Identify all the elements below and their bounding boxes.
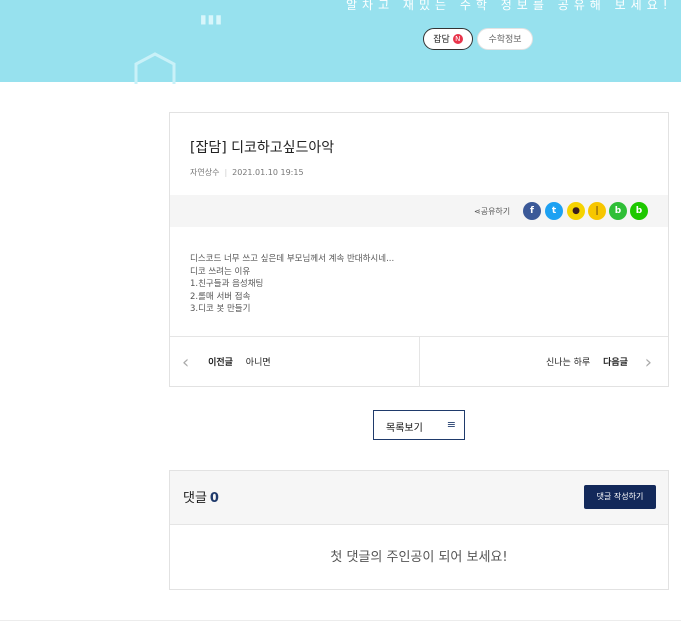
write-comment-button[interactable]: 댓글 작성하기	[584, 485, 656, 509]
tab-math-info-label: 수학정보	[488, 35, 522, 45]
prev-title: 아니면	[245, 358, 271, 368]
post-meta: 자연상수 | 2021.01.10 19:15	[190, 167, 304, 178]
post-body-line: 1.친구들과 음성채팅	[190, 279, 264, 289]
prev-label: 이전글	[208, 358, 233, 368]
decorative-hexagon-icon	[134, 52, 176, 84]
kakaotalk-icon[interactable]: ●	[567, 202, 585, 220]
header-banner: 알차고 재밌는 수학 정보를 공유해 보세요! ▮▮▮ 잡담 N 수학정보	[0, 0, 681, 84]
nav-divider	[419, 337, 420, 387]
post-date: 2021.01.10 19:15	[232, 168, 304, 177]
list-view-button[interactable]: 목록보기 ≡	[373, 410, 465, 440]
post-title: [잡담] 디코하고싶드아악	[190, 140, 335, 156]
post-navigation: ‹ 이전글 아니면 신나는 하루 다음글 ›	[170, 336, 668, 387]
post-body-line: 2.롤매 서버 접속	[190, 291, 251, 302]
comment-title-label: 댓글	[183, 491, 207, 506]
post-body: 디스코드 너무 쓰고 싶은데 부모님께서 계속 반대하시네... 디코 쓰려는 …	[190, 253, 394, 316]
kakaostory-icon[interactable]: ❘	[588, 202, 606, 220]
tab-math-info[interactable]: 수학정보	[477, 28, 533, 50]
comment-count: 0	[209, 491, 219, 506]
share-bar: ⋖공유하기 f t ● ❘ b b	[170, 195, 668, 227]
next-label: 다음글	[603, 358, 628, 368]
tab-chat-label: 잡담	[433, 35, 450, 45]
next-title: 신나는 하루	[545, 358, 591, 368]
decorative-bars-icon: ▮▮▮	[200, 12, 223, 26]
prev-post-link[interactable]: ‹ 이전글 아니면	[182, 352, 271, 373]
post-author[interactable]: 자연상수	[190, 168, 219, 177]
blog-icon[interactable]: b	[630, 202, 648, 220]
post-body-line: 3.디코 봇 만들기	[190, 304, 251, 314]
post-container: [잡담] 디코하고싶드아악 자연상수 | 2021.01.10 19:15 ⋖공유하…	[169, 112, 669, 387]
meta-separator: |	[224, 168, 228, 177]
empty-comment-message: 첫 댓글의 주인공이 되어 보세요!	[330, 550, 508, 565]
comment-title: 댓글 0	[183, 487, 219, 506]
facebook-icon[interactable]: f	[523, 202, 541, 220]
menu-icon: ≡	[446, 418, 456, 431]
band-icon[interactable]: b	[609, 202, 627, 220]
next-post-link[interactable]: 신나는 하루 다음글 ›	[546, 352, 652, 373]
chevron-left-icon: ‹	[182, 352, 190, 373]
comment-section: 댓글 0 댓글 작성하기 첫 댓글의 주인공이 되어 보세요!	[169, 470, 669, 590]
chevron-right-icon: ›	[644, 352, 652, 373]
tab-chat[interactable]: 잡담 N	[423, 28, 473, 50]
new-badge: N	[452, 34, 463, 44]
post-body-line: 디스코드 너무 쓰고 싶은데 부모님께서 계속 반대하시네...	[190, 254, 395, 264]
share-label: ⋖공유하기	[474, 206, 510, 217]
banner-subtitle: 알차고 재밌는 수학 정보를 공유해 보세요!	[346, 0, 673, 12]
footer-divider	[0, 620, 681, 621]
post-body-line: 디코 쓰려는 이유	[190, 266, 251, 277]
list-view-label: 목록보기	[386, 423, 423, 434]
comment-header: 댓글 0 댓글 작성하기	[170, 471, 668, 525]
twitter-icon[interactable]: t	[545, 202, 563, 220]
share-icon: ⋖	[474, 207, 481, 216]
share-text: 공유하기	[480, 207, 511, 216]
